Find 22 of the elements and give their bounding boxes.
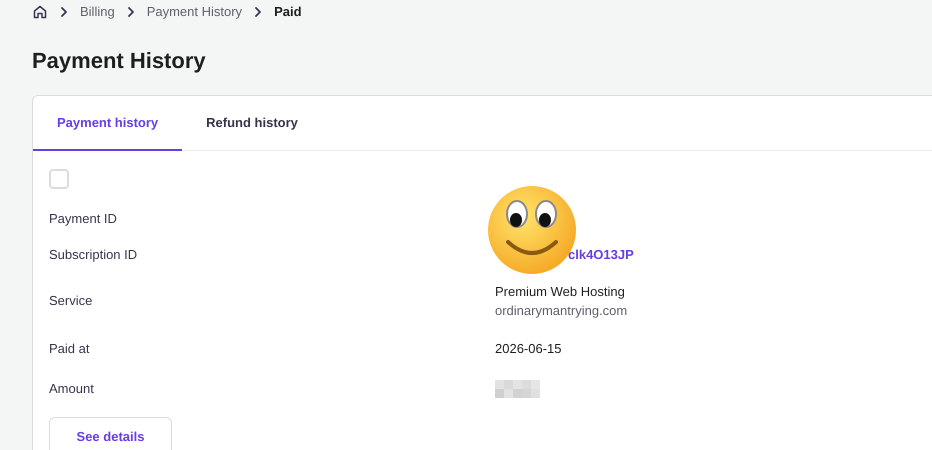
- chevron-icon: [254, 6, 262, 18]
- chevron-icon: [126, 6, 135, 18]
- breadcrumb-item[interactable]: Payment History: [146, 2, 242, 22]
- row-label: Subscription ID: [49, 246, 138, 264]
- service-domain: ordinarymantrying.com: [495, 302, 628, 320]
- checkbox[interactable]: [49, 169, 69, 189]
- chevron-icon: [60, 6, 68, 18]
- home-icon[interactable]: [32, 4, 48, 20]
- row-label: Service: [49, 292, 94, 310]
- breadcrumb-item: Paid: [274, 3, 302, 22]
- blurred-amount-drawing: [495, 380, 540, 398]
- see-details-button[interactable]: See details: [49, 417, 172, 450]
- tab[interactable]: Payment history: [33, 96, 182, 151]
- subscription-link[interactable]: clk4O13JP: [568, 245, 634, 265]
- breadcrumb-item[interactable]: Billing: [80, 2, 115, 22]
- page-title: Payment History: [31, 47, 207, 75]
- tab[interactable]: Refund history: [182, 96, 322, 151]
- row-label: Amount: [49, 380, 95, 398]
- row-label: Payment ID: [49, 210, 118, 228]
- row-value: 2026-06-15: [495, 340, 562, 358]
- service-name: Premium Web Hosting: [495, 282, 626, 301]
- row-label: Paid at: [49, 340, 90, 358]
